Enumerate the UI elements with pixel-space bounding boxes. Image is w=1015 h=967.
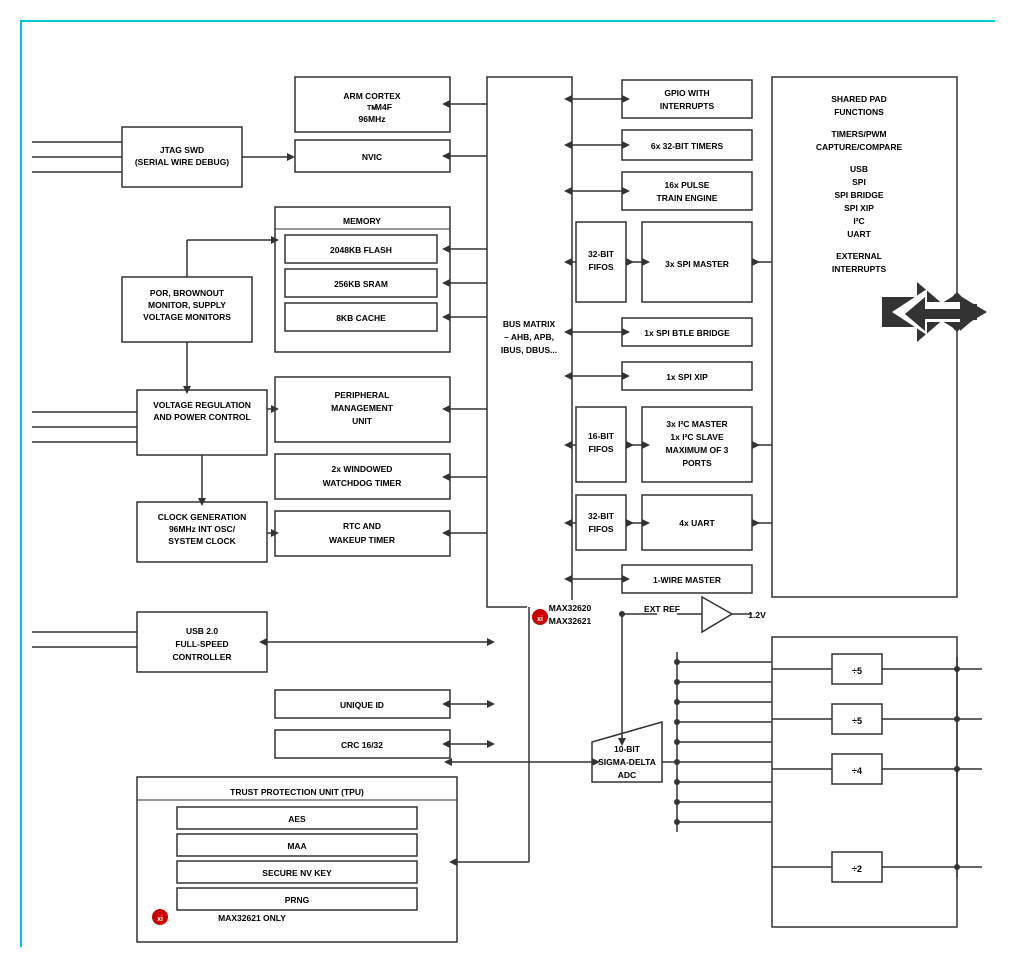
svg-text:MAX32621: MAX32621: [549, 616, 592, 626]
svg-text:FIFOS: FIFOS: [588, 444, 613, 454]
svg-text:JTAG SWD: JTAG SWD: [160, 145, 204, 155]
svg-text:FULL-SPEED: FULL-SPEED: [175, 639, 228, 649]
svg-text:MAX32620: MAX32620: [549, 603, 592, 613]
svg-text:SPI BRIDGE: SPI BRIDGE: [834, 190, 883, 200]
svg-text:CRC 16/32: CRC 16/32: [341, 740, 383, 750]
block-diagram-svg: JTAG SWD (SERIAL WIRE DEBUG) ARM CORTEX …: [22, 22, 997, 949]
svg-text:SPI: SPI: [852, 177, 866, 187]
svg-text:8KB CACHE: 8KB CACHE: [336, 313, 386, 323]
svg-text:ARM CORTEX: ARM CORTEX: [343, 91, 400, 101]
svg-text:FUNCTIONS: FUNCTIONS: [834, 107, 884, 117]
svg-text:16-BIT: 16-BIT: [588, 431, 615, 441]
svg-text:FIFOS: FIFOS: [588, 524, 613, 534]
svg-text:I²C: I²C: [853, 216, 864, 226]
double-arrow-right: [905, 292, 985, 339]
svg-text:10-BIT: 10-BIT: [614, 744, 641, 754]
svg-text:ADC: ADC: [618, 770, 636, 780]
svg-text:32-BIT: 32-BIT: [588, 249, 615, 259]
svg-text:INTERRUPTS: INTERRUPTS: [832, 264, 887, 274]
svg-text:UNIT: UNIT: [352, 416, 373, 426]
svg-text:WAKEUP TIMER: WAKEUP TIMER: [329, 535, 395, 545]
svg-text:CONTROLLER: CONTROLLER: [172, 652, 231, 662]
svg-text:NVIC: NVIC: [362, 152, 382, 162]
svg-text:INTERRUPTS: INTERRUPTS: [660, 101, 715, 111]
svg-text:MONITOR, SUPPLY: MONITOR, SUPPLY: [148, 300, 226, 310]
svg-text:÷2: ÷2: [852, 864, 862, 874]
svg-text:SYSTEM CLOCK: SYSTEM CLOCK: [168, 536, 236, 546]
svg-text:– AHB, APB,: – AHB, APB,: [504, 332, 554, 342]
svg-text:-M4F: -M4F: [372, 102, 392, 112]
svg-text:16x PULSE: 16x PULSE: [665, 180, 710, 190]
svg-text:3x SPI MASTER: 3x SPI MASTER: [665, 259, 729, 269]
svg-text:EXT REF: EXT REF: [644, 604, 680, 614]
svg-text:FIFOS: FIFOS: [588, 262, 613, 272]
svg-text:GPIO WITH: GPIO WITH: [664, 88, 709, 98]
svg-text:96MHz: 96MHz: [359, 114, 386, 124]
svg-text:256KB SRAM: 256KB SRAM: [334, 279, 388, 289]
outer-border: JTAG SWD (SERIAL WIRE DEBUG) ARM CORTEX …: [20, 20, 995, 947]
svg-text:CLOCK GENERATION: CLOCK GENERATION: [158, 512, 247, 522]
svg-text:96MHz INT OSC/: 96MHz INT OSC/: [169, 524, 236, 534]
svg-text:MAXIMUM OF 3: MAXIMUM OF 3: [666, 445, 729, 455]
svg-text:TRAIN ENGINE: TRAIN ENGINE: [657, 193, 718, 203]
svg-text:POR, BROWNOUT: POR, BROWNOUT: [150, 288, 225, 298]
svg-text:SIGMA-DELTA: SIGMA-DELTA: [598, 757, 656, 767]
svg-text:1-WIRE MASTER: 1-WIRE MASTER: [653, 575, 721, 585]
svg-text:÷5: ÷5: [852, 666, 862, 676]
diagram: JTAG SWD (SERIAL WIRE DEBUG) ARM CORTEX …: [22, 22, 993, 945]
svg-text:32-BIT: 32-BIT: [588, 511, 615, 521]
svg-text:AES: AES: [288, 814, 306, 824]
svg-text:TRUST PROTECTION UNIT (TPU): TRUST PROTECTION UNIT (TPU): [230, 787, 364, 797]
svg-text:IBUS, DBUS...: IBUS, DBUS...: [501, 345, 557, 355]
svg-text:4x UART: 4x UART: [679, 518, 715, 528]
svg-text:xi: xi: [157, 916, 163, 923]
svg-text:RTC AND: RTC AND: [343, 521, 381, 531]
svg-text:MAA: MAA: [287, 841, 306, 851]
svg-text:TIMERS/PWM: TIMERS/PWM: [831, 129, 886, 139]
svg-text:SHARED PAD: SHARED PAD: [831, 94, 887, 104]
svg-text:SPI XIP: SPI XIP: [844, 203, 874, 213]
svg-text:MANAGEMENT: MANAGEMENT: [331, 403, 394, 413]
svg-text:BUS MATRIX: BUS MATRIX: [503, 319, 556, 329]
svg-text:(SERIAL WIRE DEBUG): (SERIAL WIRE DEBUG): [135, 157, 229, 167]
svg-text:1.2V: 1.2V: [748, 610, 766, 620]
svg-text:AND POWER CONTROL: AND POWER CONTROL: [153, 412, 250, 422]
svg-text:EXTERNAL: EXTERNAL: [836, 251, 882, 261]
svg-text:PRNG: PRNG: [285, 895, 310, 905]
svg-text:USB: USB: [850, 164, 868, 174]
svg-text:2x WINDOWED: 2x WINDOWED: [332, 464, 393, 474]
svg-text:3x I²C MASTER: 3x I²C MASTER: [666, 419, 727, 429]
svg-text:USB 2.0: USB 2.0: [186, 626, 218, 636]
svg-text:PORTS: PORTS: [682, 458, 712, 468]
svg-text:PERIPHERAL: PERIPHERAL: [335, 390, 390, 400]
svg-text:VOLTAGE REGULATION: VOLTAGE REGULATION: [153, 400, 251, 410]
svg-text:SECURE NV KEY: SECURE NV KEY: [262, 868, 332, 878]
svg-text:VOLTAGE MONITORS: VOLTAGE MONITORS: [143, 312, 231, 322]
svg-text:CAPTURE/COMPARE: CAPTURE/COMPARE: [816, 142, 903, 152]
svg-text:6x 32-BIT TIMERS: 6x 32-BIT TIMERS: [651, 141, 724, 151]
svg-text:÷4: ÷4: [852, 766, 862, 776]
svg-text:WATCHDOG TIMER: WATCHDOG TIMER: [323, 478, 402, 488]
svg-text:1x SPI BTLE BRIDGE: 1x SPI BTLE BRIDGE: [644, 328, 730, 338]
svg-text:2048KB FLASH: 2048KB FLASH: [330, 245, 392, 255]
svg-text:UNIQUE ID: UNIQUE ID: [340, 700, 384, 710]
svg-text:1x SPI XIP: 1x SPI XIP: [666, 372, 708, 382]
svg-text:UART: UART: [847, 229, 871, 239]
svg-text:MEMORY: MEMORY: [343, 216, 381, 226]
svg-text:MAX32621 ONLY: MAX32621 ONLY: [218, 913, 286, 923]
svg-text:÷5: ÷5: [852, 716, 862, 726]
svg-text:xi: xi: [537, 616, 543, 623]
svg-text:1x I²C SLAVE: 1x I²C SLAVE: [670, 432, 724, 442]
